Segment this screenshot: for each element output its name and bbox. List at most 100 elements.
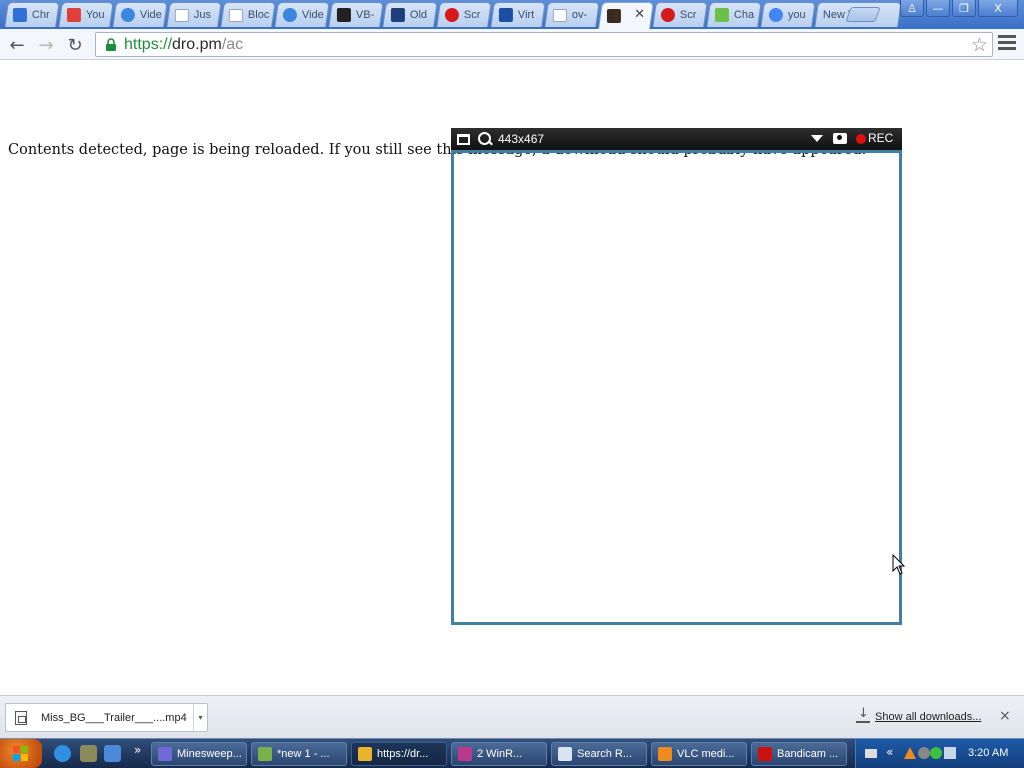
- quicklaunch-more-button[interactable]: »: [134, 743, 141, 757]
- restore-button[interactable]: ❐: [952, 0, 976, 17]
- reload-icon: ↻: [67, 34, 83, 56]
- close-icon: X: [994, 1, 1002, 15]
- tab-11[interactable]: ✕: [598, 2, 654, 29]
- tab-2[interactable]: Vide: [112, 2, 168, 27]
- taskbar-task-5[interactable]: VLC medi...: [651, 742, 747, 766]
- download-shelf: Miss_BG___Trailer___....mp4 ▾ Show all d…: [0, 695, 1024, 738]
- magnifier-icon[interactable]: [478, 132, 492, 146]
- music-green-icon: [714, 8, 729, 22]
- capture-area[interactable]: [451, 150, 902, 625]
- url-path: /ac: [221, 35, 244, 53]
- video-file-icon: [15, 710, 27, 725]
- tab-title: Bloc: [247, 9, 270, 21]
- page-icon: [228, 8, 243, 22]
- taskbar-task-label: Bandicam ...: [777, 748, 839, 760]
- tab-close-icon[interactable]: ✕: [634, 7, 645, 22]
- blue-check-icon: [282, 8, 297, 22]
- document-icon: [558, 747, 572, 761]
- vb-icon: [336, 8, 351, 22]
- menu-icon[interactable]: [998, 35, 1016, 53]
- tab-0[interactable]: Chr: [4, 2, 60, 27]
- forward-button[interactable]: →: [35, 34, 57, 56]
- tab-4[interactable]: Bloc: [220, 2, 276, 27]
- tab-13[interactable]: Cha: [706, 2, 762, 27]
- tab-14[interactable]: you: [760, 2, 816, 27]
- red-circle-icon: [660, 8, 675, 22]
- user-profile-button[interactable]: ♙: [900, 0, 924, 17]
- taskbar-task-label: Minesweep...: [177, 748, 242, 760]
- capture-toolbar[interactable]: 443x467 REC: [451, 128, 902, 150]
- network-icon[interactable]: [944, 747, 956, 759]
- internet-explorer-icon[interactable]: [54, 745, 71, 762]
- tab-8[interactable]: Scr: [436, 2, 492, 27]
- tab-title: Chr: [31, 9, 50, 21]
- tab-3[interactable]: Jus: [166, 2, 222, 27]
- taskbar-task-4[interactable]: Search R...: [551, 742, 647, 766]
- virtualbox-icon: [498, 8, 513, 22]
- quicklaunch-app-icon[interactable]: [80, 745, 97, 762]
- clock[interactable]: 3:20 AM: [968, 747, 1008, 759]
- tab-9[interactable]: Virt: [490, 2, 546, 27]
- tab-6[interactable]: VB-: [328, 2, 384, 27]
- dark-site-icon: [606, 9, 621, 23]
- page-icon: [552, 8, 567, 22]
- forward-arrow-icon: →: [38, 34, 54, 56]
- taskbar-task-label: VLC medi...: [677, 748, 735, 760]
- tab-title: Vide: [301, 9, 324, 21]
- download-menu-button[interactable]: ▾: [193, 704, 207, 731]
- download-file-name: Miss_BG___Trailer___....mp4: [41, 711, 187, 724]
- address-bar[interactable]: https://dro.pm/ac ☆: [95, 32, 993, 57]
- tab-1[interactable]: You: [58, 2, 114, 27]
- taskbar-task-label: https://dr...: [377, 748, 429, 760]
- close-shelf-button[interactable]: ×: [999, 708, 1011, 724]
- taskbar-task-3[interactable]: 2 WinR...: [451, 742, 547, 766]
- window-controls: ♙ — ❐ X: [898, 0, 1018, 17]
- taskbar-task-6[interactable]: Bandicam ...: [751, 742, 847, 766]
- user-icon: ♙: [907, 1, 917, 15]
- tab-12[interactable]: Scr: [652, 2, 708, 27]
- download-red-icon: [66, 8, 81, 22]
- bookmark-star-icon[interactable]: ☆: [971, 34, 988, 56]
- minesweeper-icon: [158, 747, 172, 761]
- download-item[interactable]: Miss_BG___Trailer___....mp4 ▾: [5, 703, 208, 732]
- blue-check-icon: [120, 8, 135, 22]
- windows-taskbar: » Minesweep... *new 1 - ... https://dr... 2…: [0, 738, 1024, 768]
- tab-title: Old: [409, 9, 428, 21]
- back-arrow-icon: ←: [9, 34, 25, 56]
- tab-title: VB-: [355, 9, 375, 21]
- dropdown-arrow-icon[interactable]: [811, 135, 823, 142]
- browser-toolbar: ← → ↻ https://dro.pm/ac ☆: [0, 29, 1024, 60]
- tab-strip: Chr You Vide Jus Bloc Vide VB- Old Scr Virt ov- ✕ Sc…: [0, 0, 1024, 29]
- start-button[interactable]: [0, 739, 42, 768]
- tab-title: ov-: [571, 9, 588, 21]
- taskbar-task-0[interactable]: Minesweep...: [151, 742, 247, 766]
- window-mode-icon[interactable]: [457, 133, 470, 145]
- tab-title: Vide: [139, 9, 162, 21]
- mouse-cursor-icon: [892, 554, 906, 575]
- tray-expand-button[interactable]: «: [886, 745, 893, 759]
- tab-7[interactable]: Old: [382, 2, 438, 27]
- taskbar-task-2[interactable]: https://dr...: [351, 742, 447, 766]
- tab-10[interactable]: ov-: [544, 2, 600, 27]
- taskbar-task-label: *new 1 - ...: [277, 748, 330, 760]
- lock-icon: [102, 36, 120, 54]
- close-window-button[interactable]: X: [978, 0, 1018, 17]
- tray-status-icon[interactable]: [930, 747, 942, 759]
- show-all-downloads-label: Show all downloads...: [875, 710, 982, 723]
- camera-icon[interactable]: [833, 133, 847, 144]
- record-dot-icon[interactable]: [856, 134, 866, 144]
- show-desktop-icon[interactable]: [104, 745, 121, 762]
- tab-5[interactable]: Vide: [274, 2, 330, 27]
- keyboard-icon[interactable]: [865, 749, 877, 758]
- vlc-tray-icon[interactable]: [904, 747, 916, 759]
- record-button[interactable]: REC: [868, 131, 893, 145]
- vlc-icon: [658, 747, 672, 761]
- tray-app-icon[interactable]: [918, 747, 930, 759]
- minimize-button[interactable]: —: [926, 0, 950, 17]
- bandicam-capture-window[interactable]: 443x467 REC: [451, 128, 902, 625]
- back-button[interactable]: ←: [6, 34, 28, 56]
- new-tab-button[interactable]: [845, 7, 881, 22]
- taskbar-task-1[interactable]: *new 1 - ...: [251, 742, 347, 766]
- reload-button[interactable]: ↻: [64, 34, 86, 56]
- show-all-downloads-link[interactable]: Show all downloads...: [856, 706, 982, 723]
